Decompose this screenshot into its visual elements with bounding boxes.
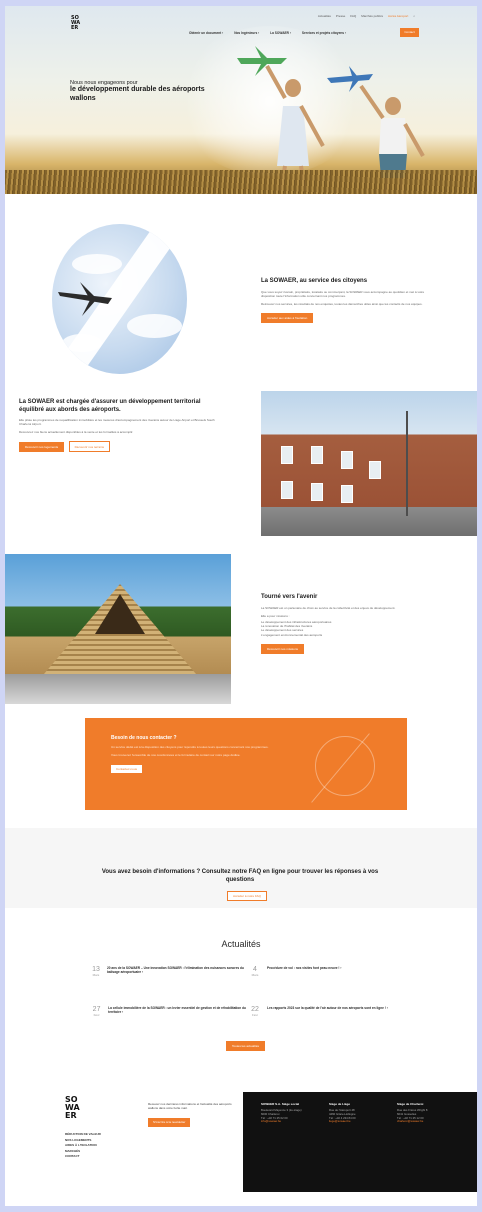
top-link-public-markets[interactable]: Marchés publics xyxy=(361,14,383,18)
footer-email-link[interactable]: info@sowaer.be xyxy=(261,1120,311,1124)
news-item[interactable]: 4 Mars Procédure de vol : nos visites fo… xyxy=(249,966,409,977)
search-icon[interactable]: ⌕ xyxy=(413,14,415,18)
footer-link[interactable]: CONTACT xyxy=(65,1154,125,1160)
future-list-intro: Elle a pour missions : xyxy=(261,613,290,618)
news-item[interactable]: 27 Févr La cellule immobilière de la SOW… xyxy=(91,1006,251,1017)
newsletter-text: Recevez nos dernières informations et l'… xyxy=(148,1102,232,1111)
nav-item-engineers[interactable]: Nos Ingénieurs › xyxy=(234,31,259,35)
list-item: L'engagement environnemental des aéropor… xyxy=(261,632,323,637)
cta-text-2: Vous trouverez l'ensemble de nos coordon… xyxy=(111,753,241,758)
all-news-button[interactable]: Toutes les actualités xyxy=(226,1041,266,1051)
future-title: Tourné vers l'avenir xyxy=(261,594,318,600)
contact-cta-banner: Besoin de nous contacter ? Un service dé… xyxy=(85,718,407,810)
future-text-1: La SOWAER est un partenaire de choix au … xyxy=(261,605,396,610)
top-link-faq[interactable]: FAQ xyxy=(350,14,356,18)
top-link-news[interactable]: Actualités xyxy=(318,14,331,18)
future-section: Tourné vers l'avenir La SOWAER est un pa… xyxy=(261,594,431,655)
faq-title: Vous avez besoin d'informations ? Consul… xyxy=(101,869,379,883)
footer-email-link[interactable]: charleroi@sowaer.be xyxy=(397,1120,447,1124)
footer-contact-panel: SOWAER S.A. Siège social Boulevard Mayen… xyxy=(243,1092,477,1192)
nav-item-services[interactable]: Services et projets citoyens › xyxy=(302,31,346,35)
citizens-section: La SOWAER, au service des citoyens Que v… xyxy=(261,278,431,324)
nav-item-sowaer[interactable]: La SOWAER › xyxy=(270,31,291,35)
territory-title: La SOWAER est chargée d'assurer un dével… xyxy=(19,399,201,413)
hero-title: le développement durable des aéroports w… xyxy=(70,86,205,102)
airplane-sky-image xyxy=(52,224,187,374)
news-headline[interactable]: Les rapports 2023 sur la qualité de l'ai… xyxy=(267,1006,388,1017)
cta-title: Besoin de nous contacter ? xyxy=(111,735,177,741)
top-navigation: Actualités Presse FAQ Marchés publics Ac… xyxy=(318,14,415,18)
citizens-text-1: Que vous soyez riverain, propriétaire, l… xyxy=(261,289,425,298)
news-item[interactable]: 22 Févr Les rapports 2023 sur la qualité… xyxy=(249,1006,409,1017)
footer-column: Siège de Charleroi Rue des Frères Wright… xyxy=(397,1102,447,1124)
footer-column: Siège de Liège Rue de l'Aéroport 48 4460… xyxy=(329,1102,379,1124)
footer-email-link[interactable]: liege@sowaer.be xyxy=(329,1120,379,1124)
news-date: 27 Févr xyxy=(92,1006,101,1017)
territory-section: La SOWAER est chargée d'assurer un dével… xyxy=(19,399,224,453)
footer-nav: SO WA ER RÉDUCTION DE VALEUR NOS LOGEMEN… xyxy=(65,1096,125,1160)
airplane-icon xyxy=(58,282,112,316)
newsletter-button[interactable]: S'inscrire à la newsletter xyxy=(148,1117,191,1127)
news-headline[interactable]: 20 ans de la SOWAER – Une innovation SOW… xyxy=(107,966,251,977)
top-link-press[interactable]: Presse xyxy=(336,14,345,18)
news-date: 13 Mars xyxy=(92,966,100,977)
footer-logo[interactable]: SO WA ER xyxy=(65,1096,125,1120)
hero-headline: Nous nous engageons pour le développemen… xyxy=(70,80,210,103)
sowaer-logo[interactable]: SO WA ER xyxy=(71,16,83,31)
contact-button[interactable]: Contact xyxy=(400,28,419,37)
faq-section: Vous avez besoin d'informations ? Consul… xyxy=(5,828,477,908)
news-title: Actualités xyxy=(221,939,261,949)
hero-banner: SO WA ER Actualités Presse FAQ Marchés p… xyxy=(5,6,477,194)
faq-button[interactable]: Accéder à notre FAQ xyxy=(227,891,268,901)
cta-text-1: Un service dédié est à la disposition de… xyxy=(111,745,269,749)
footer-column: SOWAER S.A. Siège social Boulevard Mayen… xyxy=(261,1102,311,1124)
news-date: 22 Févr xyxy=(251,1006,259,1017)
news-headline[interactable]: Procédure de vol : nos visites font peau… xyxy=(267,966,341,977)
territory-text-1: Elle pilote les programmes de requalific… xyxy=(19,418,215,427)
news-item[interactable]: 13 Mars 20 ans de la SOWAER – Une innova… xyxy=(91,966,251,977)
roof-construction-image xyxy=(5,554,231,704)
citizens-text-2: Retrouvez nos services, les résultats de… xyxy=(261,301,423,306)
missions-button[interactable]: Découvrir nos missions xyxy=(261,643,305,654)
page: SO WA ER Actualités Presse FAQ Marchés p… xyxy=(5,6,477,1206)
top-link-airport-access[interactable]: Accès Aéroport xyxy=(388,14,408,18)
news-headline[interactable]: La cellule immobilière de la SOWAER : un… xyxy=(108,1006,251,1017)
cta-contact-button[interactable]: Contactez-nous xyxy=(111,765,143,774)
newsletter-block: Recevez nos dernières informations et l'… xyxy=(148,1102,236,1128)
brick-houses-image xyxy=(261,391,477,536)
main-navigation: Obtenir un document › Nos Ingénieurs › L… xyxy=(189,31,346,35)
news-date: 4 Mars xyxy=(251,966,259,977)
land-button[interactable]: Découvrir nos terrains xyxy=(68,441,110,453)
nav-item-documents[interactable]: Obtenir un document › xyxy=(189,31,223,35)
citizens-title: La SOWAER, au service des citoyens xyxy=(261,278,368,284)
housing-button[interactable]: Découvrir nos logements xyxy=(19,441,65,452)
insulation-aid-button[interactable]: Accéder aux aides à l'isolation xyxy=(261,313,314,324)
future-missions-list: Le développement des infrastructures aér… xyxy=(261,620,431,637)
